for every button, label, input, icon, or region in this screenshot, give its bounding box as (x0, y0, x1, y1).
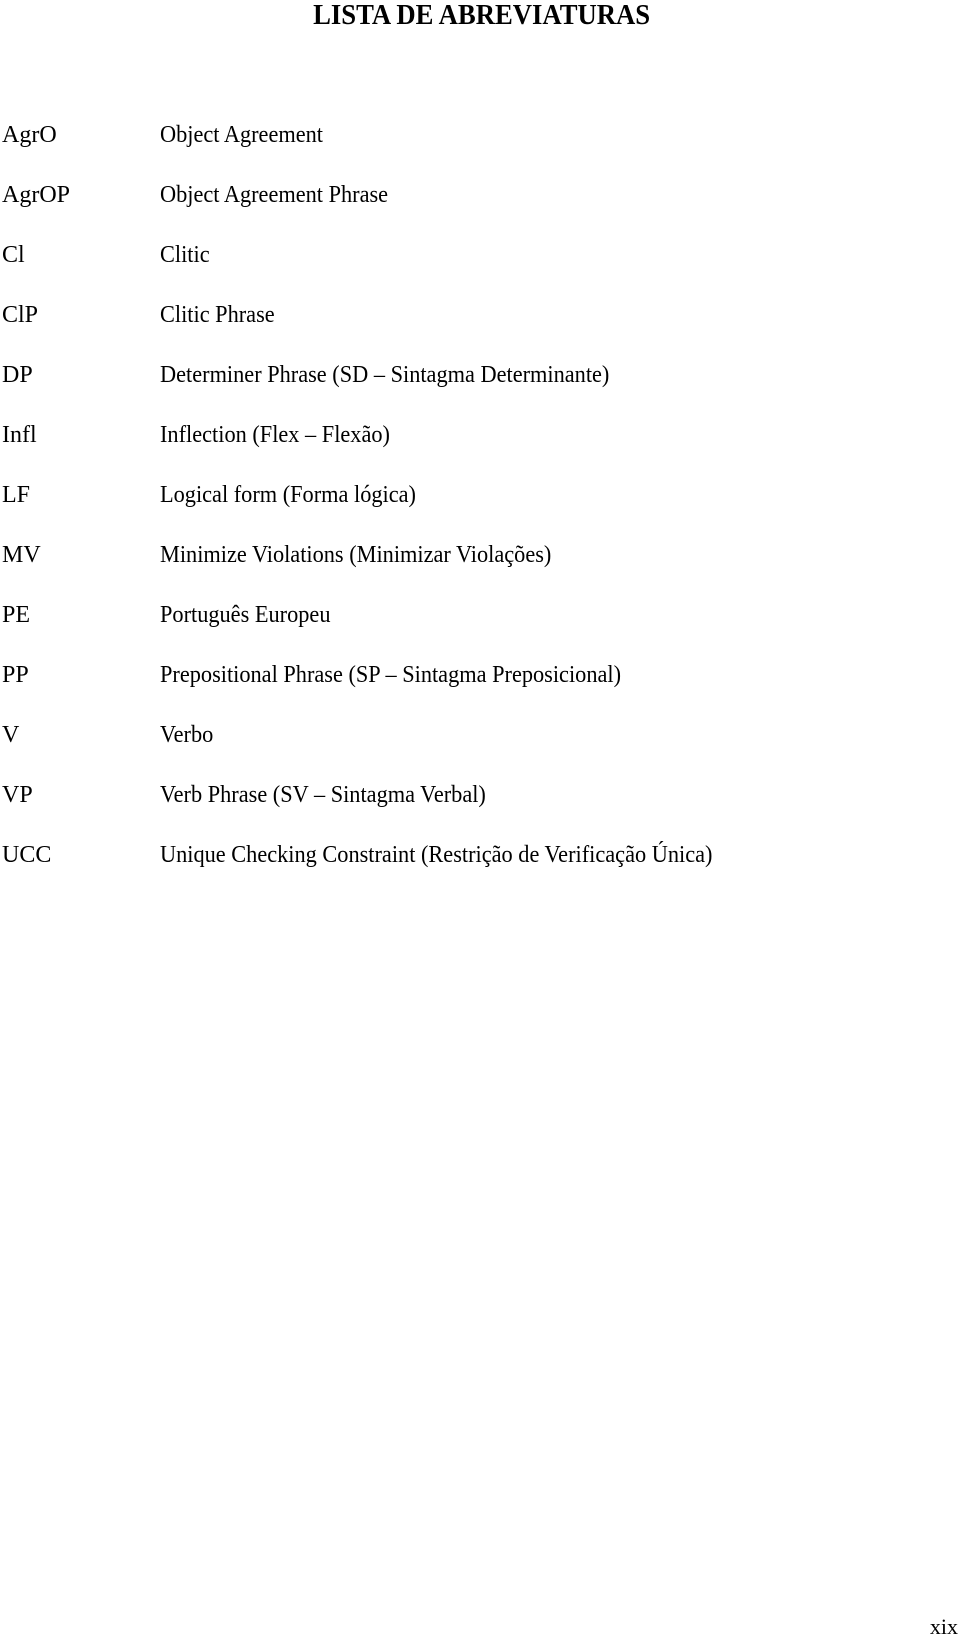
abbreviation: ClP (2, 302, 39, 328)
abbreviation-description: Prepositional Phrase (SP – Sintagma Prep… (160, 662, 622, 688)
abbreviation-description: Determiner Phrase (SD – Sintagma Determi… (160, 362, 610, 388)
abbreviation: Cl (2, 242, 25, 268)
abbreviation: AgrOP (2, 182, 71, 208)
abbreviation: V (2, 722, 20, 748)
abbreviation: UCC (2, 842, 52, 868)
abbreviation-description: Object Agreement (160, 122, 323, 148)
abbreviation-description: Clitic Phrase (160, 302, 275, 328)
abbreviation-description: Unique Checking Constraint (Restrição de… (160, 842, 713, 868)
abbreviation: DP (2, 362, 33, 388)
abbreviation-description: Minimize Violations (Minimizar Violações… (160, 542, 552, 568)
abbreviation-description: Verb Phrase (SV – Sintagma Verbal) (160, 782, 486, 808)
abbreviation-description: Verbo (160, 722, 214, 748)
abbreviation-description: Logical form (Forma lógica) (160, 482, 416, 508)
page-title: LISTA DE ABREVIATURAS (313, 0, 651, 31)
abbreviation: AgrO (2, 122, 57, 148)
abbreviation-description: Clitic (160, 242, 210, 268)
page-number: xix (929, 1614, 958, 1639)
abbreviation: VP (2, 782, 33, 808)
abbreviation: MV (2, 542, 41, 568)
abbreviation: Infl (2, 422, 37, 448)
abbreviation: PP (2, 662, 29, 688)
abbreviation-description: Português Europeu (160, 602, 331, 628)
abbreviation-description: Object Agreement Phrase (160, 182, 389, 208)
abbreviation: PE (2, 602, 31, 628)
abbreviation-description: Inflection (Flex – Flexão) (160, 422, 390, 448)
abbreviation: LF (2, 482, 31, 508)
